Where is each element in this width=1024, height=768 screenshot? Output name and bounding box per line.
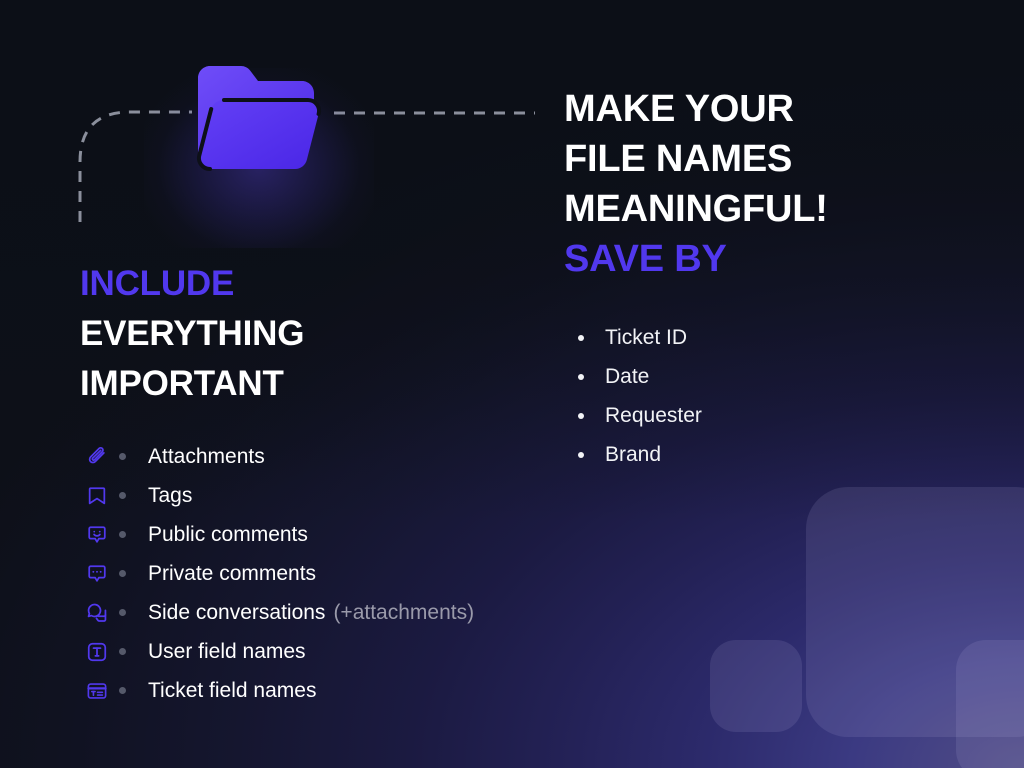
heading-right-line-4-accent: SAVE BY (564, 238, 727, 280)
list-item: Private comments (84, 554, 624, 593)
bullet-dot-icon (578, 412, 584, 419)
list-item-label: Ticket ID (605, 325, 688, 349)
list-item: Tags (84, 476, 624, 515)
list-item: Public comments (84, 515, 624, 554)
open-folder-icon (144, 62, 374, 248)
heading-left-line-2: EVERYTHING (80, 314, 305, 353)
text-field-icon (84, 639, 110, 665)
heading-right-line-1: MAKE YOUR (564, 88, 794, 130)
bullet-dot-icon (119, 492, 126, 499)
bullet-dot-icon (119, 570, 126, 577)
bullet-dot-icon (119, 648, 126, 655)
list-item-label: Attachments (148, 444, 265, 468)
bullet-dot-icon (578, 373, 584, 380)
heading-right-line-3: MEANINGFUL! (564, 188, 828, 230)
include-everything-list: Attachments Tags Public comments Private… (84, 437, 624, 710)
bullet-dot-icon (119, 531, 126, 538)
heading-right: MAKE YOUR FILE NAMES MEANINGFUL! SAVE BY (564, 84, 994, 284)
list-item-label: Date (605, 364, 650, 388)
dots-speech-bubble-icon (84, 561, 110, 587)
heading-left-line-1-accent: INCLUDE (80, 264, 235, 303)
heading-right-line-2: FILE NAMES (564, 138, 793, 180)
list-item: Side conversations (+attachments) (84, 593, 624, 632)
list-item-label: Requester (605, 403, 702, 427)
infographic-canvas: MAKE YOUR FILE NAMES MEANINGFUL! SAVE BY… (0, 0, 1024, 768)
list-item: Attachments (84, 437, 624, 476)
list-item: Brand (578, 435, 978, 474)
list-item: Ticket ID (578, 318, 978, 357)
list-item-label: Side conversations (148, 600, 326, 624)
heading-left: INCLUDE EVERYTHING IMPORTANT (80, 259, 500, 409)
bookmark-icon (84, 483, 110, 509)
list-item: Date (578, 357, 978, 396)
list-item-label: Ticket field names (148, 678, 317, 702)
list-item-label: Private comments (148, 561, 317, 585)
list-item-note: (+attachments) (333, 600, 475, 624)
list-item-label: Public comments (148, 522, 308, 546)
list-item: Requester (578, 396, 978, 435)
paperclip-icon (84, 444, 110, 470)
heading-left-line-3: IMPORTANT (80, 364, 284, 403)
double-speech-bubble-icon (84, 600, 110, 626)
list-item-label: User field names (148, 639, 306, 663)
bullet-dot-icon (578, 334, 584, 341)
save-by-list: Ticket ID Date Requester Brand (578, 318, 978, 474)
ticket-form-icon (84, 678, 110, 704)
list-item-label: Tags (148, 483, 193, 507)
list-item: Ticket field names (84, 671, 624, 710)
bullet-dot-icon (119, 609, 126, 616)
bullet-dot-icon (119, 687, 126, 694)
list-item: User field names (84, 632, 624, 671)
bullet-dot-icon (119, 453, 126, 460)
smiley-speech-bubble-icon (84, 522, 110, 548)
